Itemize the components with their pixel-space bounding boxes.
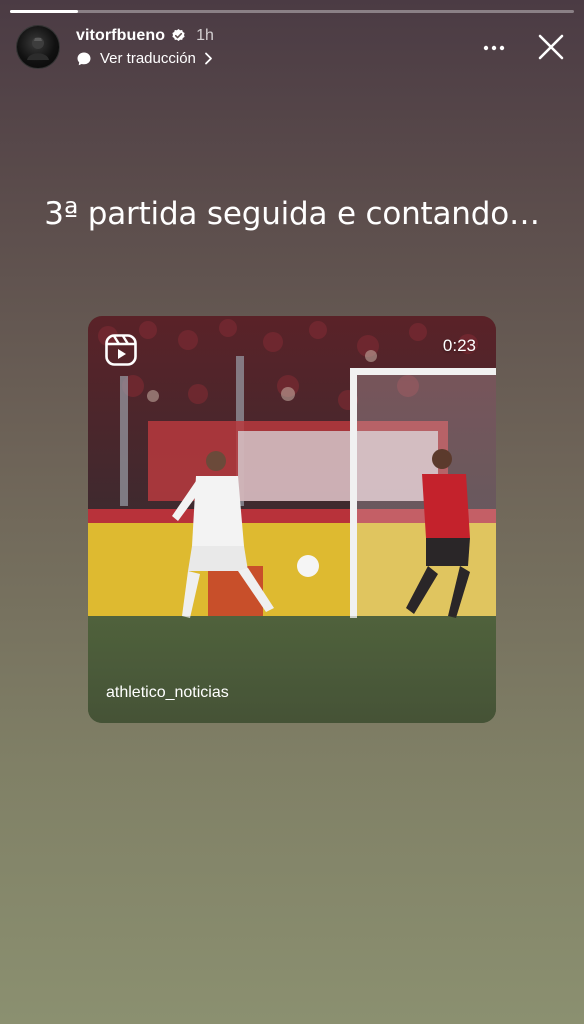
story-progress-bar <box>10 10 574 13</box>
close-icon <box>538 34 564 60</box>
avatar[interactable] <box>16 25 60 69</box>
chevron-right-icon <box>204 52 213 65</box>
reels-icon <box>104 333 138 367</box>
story-caption: 3ª partida seguida e contando… <box>44 196 540 232</box>
close-button[interactable] <box>534 30 568 64</box>
verified-badge-icon <box>171 28 186 43</box>
reel-duration: 0:23 <box>442 336 476 355</box>
speech-bubble-icon <box>76 51 92 67</box>
reel-thumbnail <box>88 316 496 723</box>
username[interactable]: vitorfbueno <box>76 27 165 45</box>
story-header: vitorfbueno 1h Ver traducción <box>16 24 568 70</box>
post-time: 1h <box>196 26 214 44</box>
user-meta: vitorfbueno 1h Ver traducción <box>76 25 214 70</box>
translate-button[interactable]: Ver traducción <box>76 48 214 70</box>
shared-reel-card[interactable]: 0:23 athletico_noticias <box>88 316 496 723</box>
story-progress-fill <box>10 10 78 13</box>
translate-label: Ver traducción <box>100 50 196 67</box>
more-options-button[interactable] <box>480 34 508 62</box>
user-row: vitorfbueno 1h <box>76 25 214 47</box>
profile-photo <box>27 37 49 60</box>
reel-author[interactable]: athletico_noticias <box>106 684 229 702</box>
more-dots-icon <box>483 45 505 51</box>
